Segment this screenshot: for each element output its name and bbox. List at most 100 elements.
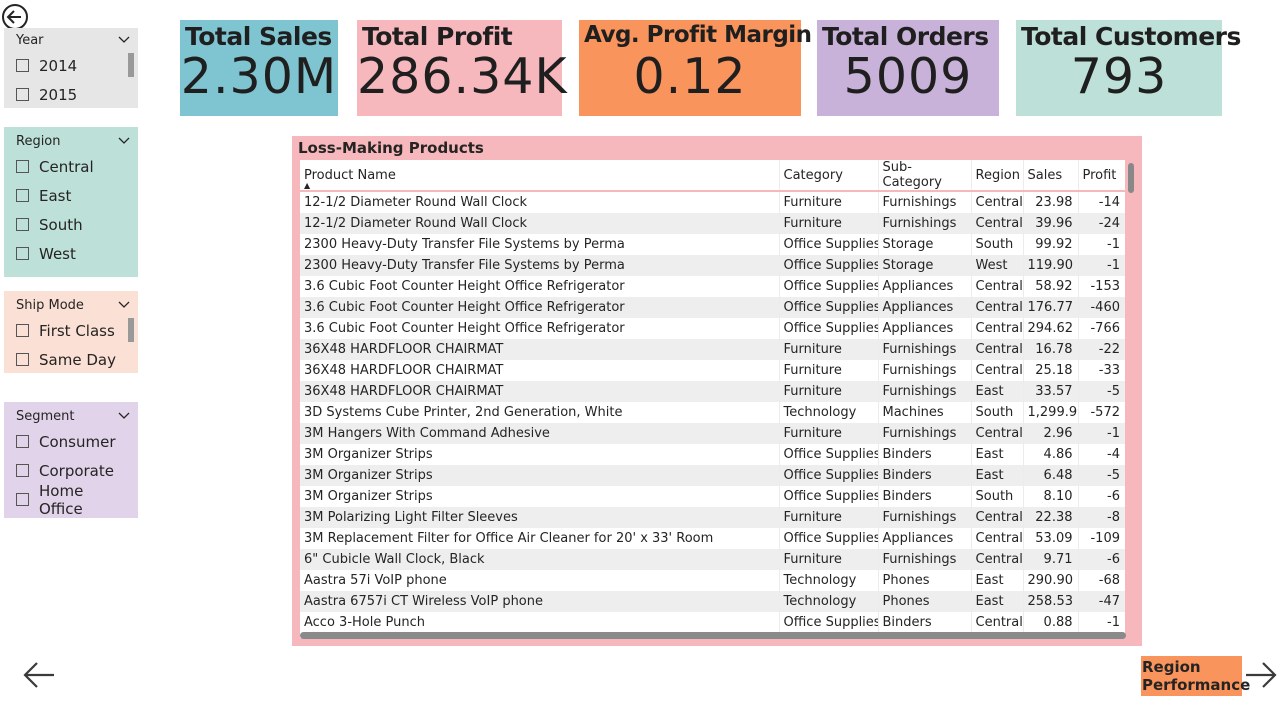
table-row[interactable]: Acco 3-Hole Punch Office Supplies Binders C… xyxy=(300,612,1125,633)
cell-sales: 176.77 xyxy=(1022,297,1078,318)
chevron-down-icon[interactable] xyxy=(118,301,130,309)
checkbox[interactable] xyxy=(16,324,29,337)
checkbox[interactable] xyxy=(16,435,29,448)
cell-sales: 25.18 xyxy=(1022,360,1078,381)
year-option-2015[interactable]: 2015 xyxy=(16,80,130,109)
table-row[interactable]: 2300 Heavy-Duty Transfer File Systems by… xyxy=(300,255,1125,276)
segment-slicer-header[interactable]: Segment xyxy=(16,405,130,427)
table-row[interactable]: 36X48 HARDFLOOR CHAIRMAT Furniture Furnish… xyxy=(300,360,1125,381)
checkbox[interactable] xyxy=(16,218,29,231)
cell-profit: -1 xyxy=(1077,612,1125,633)
checkbox[interactable] xyxy=(16,59,29,72)
cell-profit: -33 xyxy=(1077,360,1125,381)
cell-sub-category: Furnishings xyxy=(877,423,971,444)
kpi-title: Total Orders xyxy=(822,22,989,51)
cell-sales: 58.92 xyxy=(1022,276,1078,297)
cell-sub-category: Binders xyxy=(877,486,971,507)
cell-region: South xyxy=(970,486,1023,507)
cell-sales: 39.96 xyxy=(1022,213,1078,234)
cell-product-name: 3M Organizer Strips xyxy=(300,465,779,486)
table-row[interactable]: 12-1/2 Diameter Round Wall Clock Furnitur… xyxy=(300,213,1125,234)
table-row[interactable]: 36X48 HARDFLOOR CHAIRMAT Furniture Furnish… xyxy=(300,339,1125,360)
back-button[interactable] xyxy=(1,3,29,31)
column-header-category[interactable]: Category xyxy=(778,160,878,192)
cell-profit: -24 xyxy=(1077,213,1125,234)
checkbox[interactable] xyxy=(16,464,29,477)
year-option-2014[interactable]: 2014 xyxy=(16,51,130,80)
cell-region: East xyxy=(970,465,1023,486)
column-header-profit[interactable]: Profit xyxy=(1077,160,1125,192)
table-row[interactable]: 3.6 Cubic Foot Counter Height Office Ref… xyxy=(300,318,1125,339)
column-header-sub-category[interactable]: Sub-Category xyxy=(877,160,971,192)
table-row[interactable]: 3M Organizer Strips Office Supplies Binder… xyxy=(300,465,1125,486)
region-performance-button[interactable]: Region Performance xyxy=(1141,656,1250,696)
table-row[interactable]: 36X48 HARDFLOOR CHAIRMAT Furniture Furnish… xyxy=(300,381,1125,402)
cell-product-name: 36X48 HARDFLOOR CHAIRMAT xyxy=(300,381,779,402)
table-row[interactable]: 12-1/2 Diameter Round Wall Clock Furnitur… xyxy=(300,191,1125,213)
arrow-left-icon[interactable] xyxy=(22,660,56,690)
column-header-product-name[interactable]: Product Name ▲ xyxy=(300,160,779,192)
ship-mode-slicer-header[interactable]: Ship Mode xyxy=(16,294,130,316)
cell-region: West xyxy=(970,255,1023,276)
ship-mode-option-same-day[interactable]: Same Day xyxy=(16,345,130,374)
checkbox[interactable] xyxy=(16,247,29,260)
cell-sales: 119.90 xyxy=(1022,255,1078,276)
cell-profit: -1 xyxy=(1077,423,1125,444)
table-row[interactable]: 6" Cubicle Wall Clock, Black Furniture Fur… xyxy=(300,549,1125,570)
table-row[interactable]: 3.6 Cubic Foot Counter Height Office Ref… xyxy=(300,297,1125,318)
ship-mode-slicer-scrollbar[interactable] xyxy=(128,318,134,342)
cell-profit: -14 xyxy=(1077,191,1125,213)
cell-product-name: 6" Cubicle Wall Clock, Black xyxy=(300,549,779,570)
table-row[interactable]: 3M Replacement Filter for Office Air Cle… xyxy=(300,528,1125,549)
cell-sales: 4.86 xyxy=(1022,444,1078,465)
table-row[interactable]: Aastra 57i VoIP phone Technology Phones Eas… xyxy=(300,570,1125,591)
cell-product-name: 12-1/2 Diameter Round Wall Clock xyxy=(304,195,528,210)
cell-region: Central xyxy=(970,339,1023,360)
cell-category: Furniture xyxy=(778,360,878,381)
chevron-down-icon[interactable] xyxy=(118,137,130,145)
cell-product-name: 3D Systems Cube Printer, 2nd Generation,… xyxy=(304,405,623,420)
column-header-sales[interactable]: Sales xyxy=(1022,160,1078,192)
cell-sales: 53.09 xyxy=(1022,528,1078,549)
cell-profit: -766 xyxy=(1077,318,1125,339)
region-option-east[interactable]: East xyxy=(16,181,130,210)
checkbox[interactable] xyxy=(16,353,29,366)
table-vertical-scrollbar[interactable] xyxy=(1128,163,1134,193)
arrow-right-icon[interactable] xyxy=(1244,660,1277,690)
segment-option-home-office[interactable]: Home Office xyxy=(16,482,130,518)
cell-profit: -5 xyxy=(1077,381,1125,402)
checkbox[interactable] xyxy=(16,189,29,202)
region-option-central[interactable]: Central xyxy=(16,152,130,181)
table-row[interactable]: 3.6 Cubic Foot Counter Height Office Ref… xyxy=(300,276,1125,297)
region-option-south[interactable]: South xyxy=(16,210,130,239)
cell-category: Technology xyxy=(778,591,878,612)
table-horizontal-scrollbar[interactable] xyxy=(300,632,1126,639)
column-header-region[interactable]: Region xyxy=(970,160,1023,192)
cell-region: Central xyxy=(970,360,1023,381)
table-row[interactable]: 2300 Heavy-Duty Transfer File Systems by… xyxy=(300,234,1125,255)
checkbox[interactable] xyxy=(16,493,29,506)
checkbox[interactable] xyxy=(16,88,29,101)
cell-sub-category: Appliances xyxy=(877,276,971,297)
year-slicer-scrollbar[interactable] xyxy=(128,53,134,77)
cell-profit: -572 xyxy=(1077,402,1125,423)
chevron-down-icon[interactable] xyxy=(118,412,130,420)
ship-mode-slicer: Ship Mode First Class Same Day xyxy=(4,291,138,373)
cell-category: Office Supplies xyxy=(778,276,878,297)
year-slicer-header[interactable]: Year xyxy=(16,29,130,51)
chevron-down-icon[interactable] xyxy=(118,36,130,44)
cell-region: East xyxy=(970,591,1023,612)
table-row[interactable]: 3M Organizer Strips Office Supplies Binder… xyxy=(300,486,1125,507)
table-row[interactable]: Aastra 6757i CT Wireless VoIP phone Techn… xyxy=(300,591,1125,612)
region-slicer-header[interactable]: Region xyxy=(16,130,130,152)
ship-mode-option-first-class[interactable]: First Class xyxy=(16,316,130,345)
table-row[interactable]: 3D Systems Cube Printer, 2nd Generation,… xyxy=(300,402,1125,423)
checkbox[interactable] xyxy=(16,160,29,173)
region-option-west[interactable]: West xyxy=(16,239,130,268)
cell-region: Central xyxy=(970,297,1023,318)
table-row[interactable]: 3M Organizer Strips Office Supplies Binder… xyxy=(300,444,1125,465)
table-row[interactable]: 3M Hangers With Command Adhesive Furnitur… xyxy=(300,423,1125,444)
cell-region: East xyxy=(970,570,1023,591)
table-row[interactable]: 3M Polarizing Light Filter Sleeves Furnit… xyxy=(300,507,1125,528)
segment-option-consumer[interactable]: Consumer xyxy=(16,427,130,456)
